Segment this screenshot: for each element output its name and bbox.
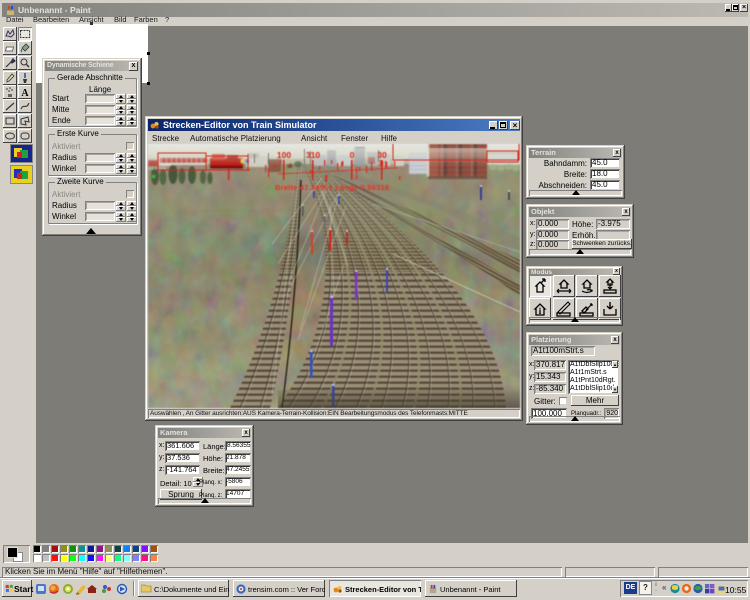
svg-text:0: 0 (350, 150, 355, 160)
svg-text:30: 30 (377, 150, 387, 160)
svg-text:100: 100 (277, 150, 291, 160)
svg-text:Breite 47.34551 Länge 0.56316: Breite 47.34551 Länge 0.56316 (275, 183, 389, 192)
svg-text:A: A (21, 88, 29, 98)
svg-text:310: 310 (306, 150, 320, 160)
